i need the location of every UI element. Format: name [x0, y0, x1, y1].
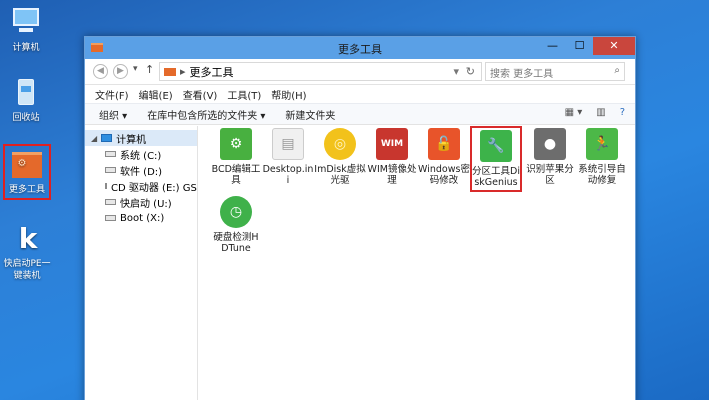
desktop-icon-label: 回收站	[12, 113, 40, 123]
nav-item-computer[interactable]: ◢ 计算机	[85, 130, 197, 146]
unlock-icon: 🔓	[428, 128, 460, 160]
k-app-icon: k	[18, 222, 38, 255]
nav-item-drive-e[interactable]: CD 驱动器 (E:) GSP	[85, 178, 197, 194]
wim-icon: WIM	[376, 128, 408, 160]
drive-icon	[105, 151, 116, 157]
organize-button[interactable]: 组织 ▾	[99, 107, 127, 122]
drive-icon	[105, 167, 116, 173]
nav-item-label: CD 驱动器 (E:) GSP	[111, 182, 197, 194]
menu-view[interactable]: 查看(V)	[183, 87, 218, 102]
wrench-icon: 🔧	[480, 130, 512, 162]
nav-item-label: 计算机	[116, 134, 147, 146]
chevron-down-icon[interactable]: ◢	[91, 134, 97, 143]
address-field[interactable]: ▸ 更多工具 ▾ ↻	[159, 62, 482, 81]
desktop-icon-k-installer[interactable]: k 快启动PE一键装机	[0, 222, 54, 282]
file-item-diskgenius[interactable]: 🔧 分区工具DiskGenius	[470, 126, 522, 192]
refresh-icon[interactable]: ↻	[466, 65, 475, 78]
file-item-windows-password[interactable]: 🔓 Windows密码修改	[418, 128, 470, 186]
desktop-icon-more-tools[interactable]: ⚙ 更多工具	[3, 144, 51, 200]
search-placeholder: 搜索 更多工具	[490, 69, 554, 80]
help-icon[interactable]: ?	[620, 107, 625, 118]
nav-item-drive-u[interactable]: 快启动 (U:)	[85, 194, 197, 210]
desktop-icon-recycle-bin[interactable]: 回收站	[2, 76, 50, 124]
preview-pane-icon[interactable]: ▥	[596, 107, 605, 118]
desktop-icon-label: 快启动PE一键装机	[3, 259, 51, 281]
file-label: 识别苹果分区	[526, 164, 574, 186]
nav-item-drive-c[interactable]: 系统 (C:)	[85, 146, 197, 162]
forward-button[interactable]: ▶	[113, 64, 128, 79]
cd-drive-icon	[105, 183, 107, 189]
menu-tools[interactable]: 工具(T)	[227, 87, 261, 102]
file-label: Desktop.ini	[262, 164, 314, 186]
clock-icon: ◷	[220, 196, 252, 228]
address-path: 更多工具	[189, 65, 234, 79]
file-label: 系统引导自动修复	[578, 164, 626, 186]
nav-item-label: 快启动 (U:)	[120, 198, 172, 210]
dropdown-arrow-icon[interactable]: ▾	[133, 64, 138, 74]
explorer-window: 更多工具 — ☐ ✕ ◀ ▶ ▾ ↑ ▸ 更多工具 ▾ ↻ 搜索 更多工具 ⌕ …	[84, 36, 636, 400]
chevron-down-icon[interactable]: ▾	[453, 65, 459, 78]
menu-help[interactable]: 帮助(H)	[271, 87, 306, 102]
computer-icon	[9, 6, 43, 40]
nav-item-label: 软件 (D:)	[120, 166, 163, 178]
menu-edit[interactable]: 编辑(E)	[139, 87, 173, 102]
file-item-desktop-ini[interactable]: ▤ Desktop.ini	[262, 128, 314, 186]
computer-icon	[101, 134, 113, 142]
ini-file-icon: ▤	[272, 128, 304, 160]
desktop-icon-label: 更多工具	[8, 185, 45, 195]
apple-icon: ●	[534, 128, 566, 160]
file-label: 分区工具DiskGenius	[472, 166, 520, 188]
title-bar[interactable]: 更多工具 — ☐ ✕	[85, 37, 635, 59]
recycle-bin-icon	[9, 76, 43, 110]
folder-icon	[164, 67, 176, 76]
file-label: BCD编辑工具	[211, 164, 261, 186]
menu-file[interactable]: 文件(F)	[95, 87, 129, 102]
file-item-imdisk[interactable]: ◎ ImDisk虚拟光驱	[314, 128, 366, 186]
disc-icon: ◎	[324, 128, 356, 160]
maximize-button[interactable]: ☐	[566, 37, 593, 55]
nav-item-drive-d[interactable]: 软件 (D:)	[85, 162, 197, 178]
close-button[interactable]: ✕	[593, 37, 635, 55]
desktop-icon-label: 计算机	[12, 43, 40, 53]
nav-item-label: Boot (X:)	[120, 212, 165, 224]
new-folder-button[interactable]: 新建文件夹	[285, 107, 335, 122]
search-input[interactable]: 搜索 更多工具 ⌕	[485, 62, 625, 81]
file-item-apple-partition[interactable]: ● 识别苹果分区	[524, 128, 576, 186]
view-options-icon[interactable]: ▦ ▾	[565, 107, 583, 118]
run-icon: 🏃	[586, 128, 618, 160]
file-label: 硬盘检测HDTune	[213, 232, 259, 254]
file-label: Windows密码修改	[418, 164, 470, 186]
desktop-icon-computer[interactable]: 计算机	[2, 6, 50, 54]
back-button[interactable]: ◀	[93, 64, 108, 79]
file-label: WIM镜像处理	[367, 164, 417, 186]
file-item-hdtune[interactable]: ◷ 硬盘检测HDTune	[210, 196, 262, 254]
navigation-pane: ◢ 计算机 系统 (C:) 软件 (D:) CD 驱动器 (E:) GSP 快启…	[85, 126, 198, 400]
menu-bar: 文件(F) 编辑(E) 查看(V) 工具(T) 帮助(H)	[85, 85, 635, 103]
file-label: ImDisk虚拟光驱	[314, 164, 366, 186]
address-bar-row: ◀ ▶ ▾ ↑ ▸ 更多工具 ▾ ↻ 搜索 更多工具 ⌕	[85, 59, 635, 85]
include-in-library-button[interactable]: 在库中包含所选的文件夹 ▾	[147, 107, 265, 122]
file-item-boot-repair[interactable]: 🏃 系统引导自动修复	[576, 128, 628, 186]
command-bar: 组织 ▾ 在库中包含所选的文件夹 ▾ 新建文件夹 ▦ ▾ ▥ ?	[85, 103, 635, 125]
minimize-button[interactable]: —	[539, 37, 566, 55]
nav-item-drive-x[interactable]: Boot (X:)	[85, 210, 197, 226]
chevron-right-icon: ▸	[180, 65, 186, 78]
nav-item-label: 系统 (C:)	[120, 150, 162, 162]
search-icon: ⌕	[614, 65, 620, 76]
up-arrow-icon[interactable]: ↑	[145, 63, 154, 76]
file-list: ⚙ BCD编辑工具 ▤ Desktop.ini ◎ ImDisk虚拟光驱 WIM…	[198, 126, 635, 400]
file-item-wim[interactable]: WIM WIM镜像处理	[366, 128, 418, 186]
drive-icon	[105, 215, 116, 221]
usb-drive-icon	[105, 199, 116, 205]
folder-icon: ⚙	[10, 148, 44, 182]
gear-icon: ⚙	[220, 128, 252, 160]
file-item-bcd-editor[interactable]: ⚙ BCD编辑工具	[210, 128, 262, 186]
